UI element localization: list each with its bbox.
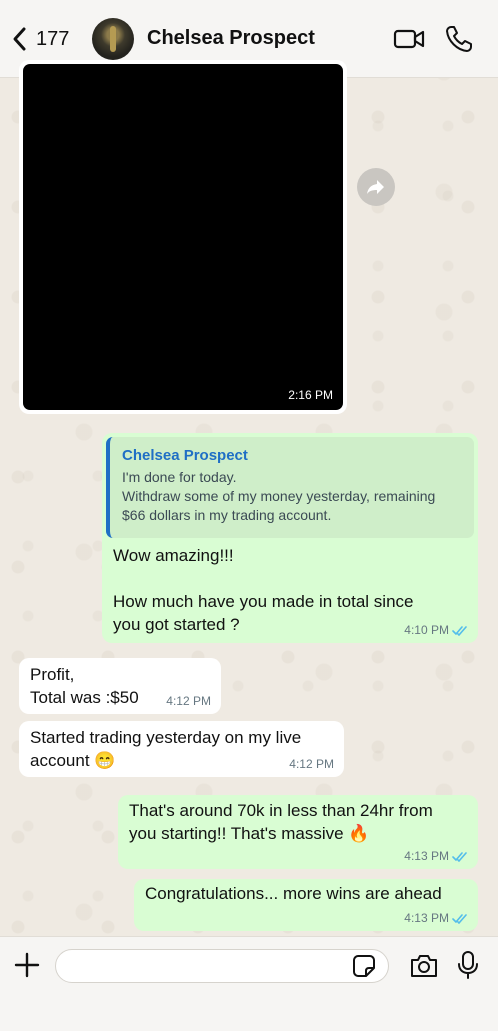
message-time: 2:16 PM: [288, 388, 333, 402]
double-check-icon: [452, 913, 467, 924]
outgoing-message[interactable]: That's around 70k in less than 24hr from…: [118, 795, 478, 869]
outgoing-message[interactable]: Chelsea Prospect I'm done for today. Wit…: [102, 433, 478, 643]
contact-name[interactable]: Chelsea Prospect: [147, 27, 315, 50]
message-input[interactable]: [55, 949, 389, 983]
unread-count: 177: [36, 27, 70, 50]
message-text: Congratulations... more wins are ahead: [145, 884, 442, 903]
message-meta: 4:12 PM: [166, 694, 211, 708]
message-text: Profit, Total was :$50: [30, 665, 139, 707]
incoming-message[interactable]: Started trading yesterday on my live acc…: [19, 721, 344, 777]
microphone-icon[interactable]: [457, 950, 479, 980]
forward-icon: [367, 180, 384, 194]
message-time: 4:12 PM: [166, 694, 211, 708]
forward-button[interactable]: [357, 168, 395, 206]
message-time: 4:12 PM: [289, 757, 334, 771]
message-time: 4:13 PM: [404, 911, 449, 925]
message-time: 4:13 PM: [404, 849, 449, 863]
video-icon[interactable]: [393, 24, 425, 54]
message-text: Started trading yesterday on my live acc…: [30, 728, 302, 770]
message-meta: 4:13 PM: [404, 849, 468, 863]
double-check-icon: [452, 851, 467, 862]
back-button[interactable]: 177: [10, 22, 69, 56]
media-thumbnail[interactable]: 2:16 PM: [23, 64, 343, 410]
message-meta: 4:10 PM: [404, 623, 468, 637]
message-meta: 4:12 PM: [289, 757, 334, 771]
media-message[interactable]: 2:16 PM: [19, 60, 347, 414]
quote-text: I'm done for today. Withdraw some of my …: [122, 469, 436, 523]
chevron-left-icon: [13, 27, 26, 51]
message-text: That's around 70k in less than 24hr from…: [129, 801, 433, 843]
incoming-message[interactable]: Profit, Total was :$50 4:12 PM: [19, 658, 221, 714]
plus-icon[interactable]: [14, 952, 40, 978]
double-check-icon: [452, 625, 467, 636]
sticker-icon[interactable]: [352, 954, 376, 978]
outgoing-message[interactable]: Congratulations... more wins are ahead 4…: [134, 879, 478, 931]
avatar[interactable]: [92, 18, 134, 60]
phone-icon[interactable]: [444, 24, 474, 54]
camera-icon[interactable]: [409, 953, 439, 979]
message-time: 4:10 PM: [404, 623, 449, 637]
quoted-message[interactable]: Chelsea Prospect I'm done for today. Wit…: [106, 437, 474, 538]
quote-author: Chelsea Prospect: [122, 447, 248, 464]
message-meta: 4:13 PM: [404, 911, 468, 925]
